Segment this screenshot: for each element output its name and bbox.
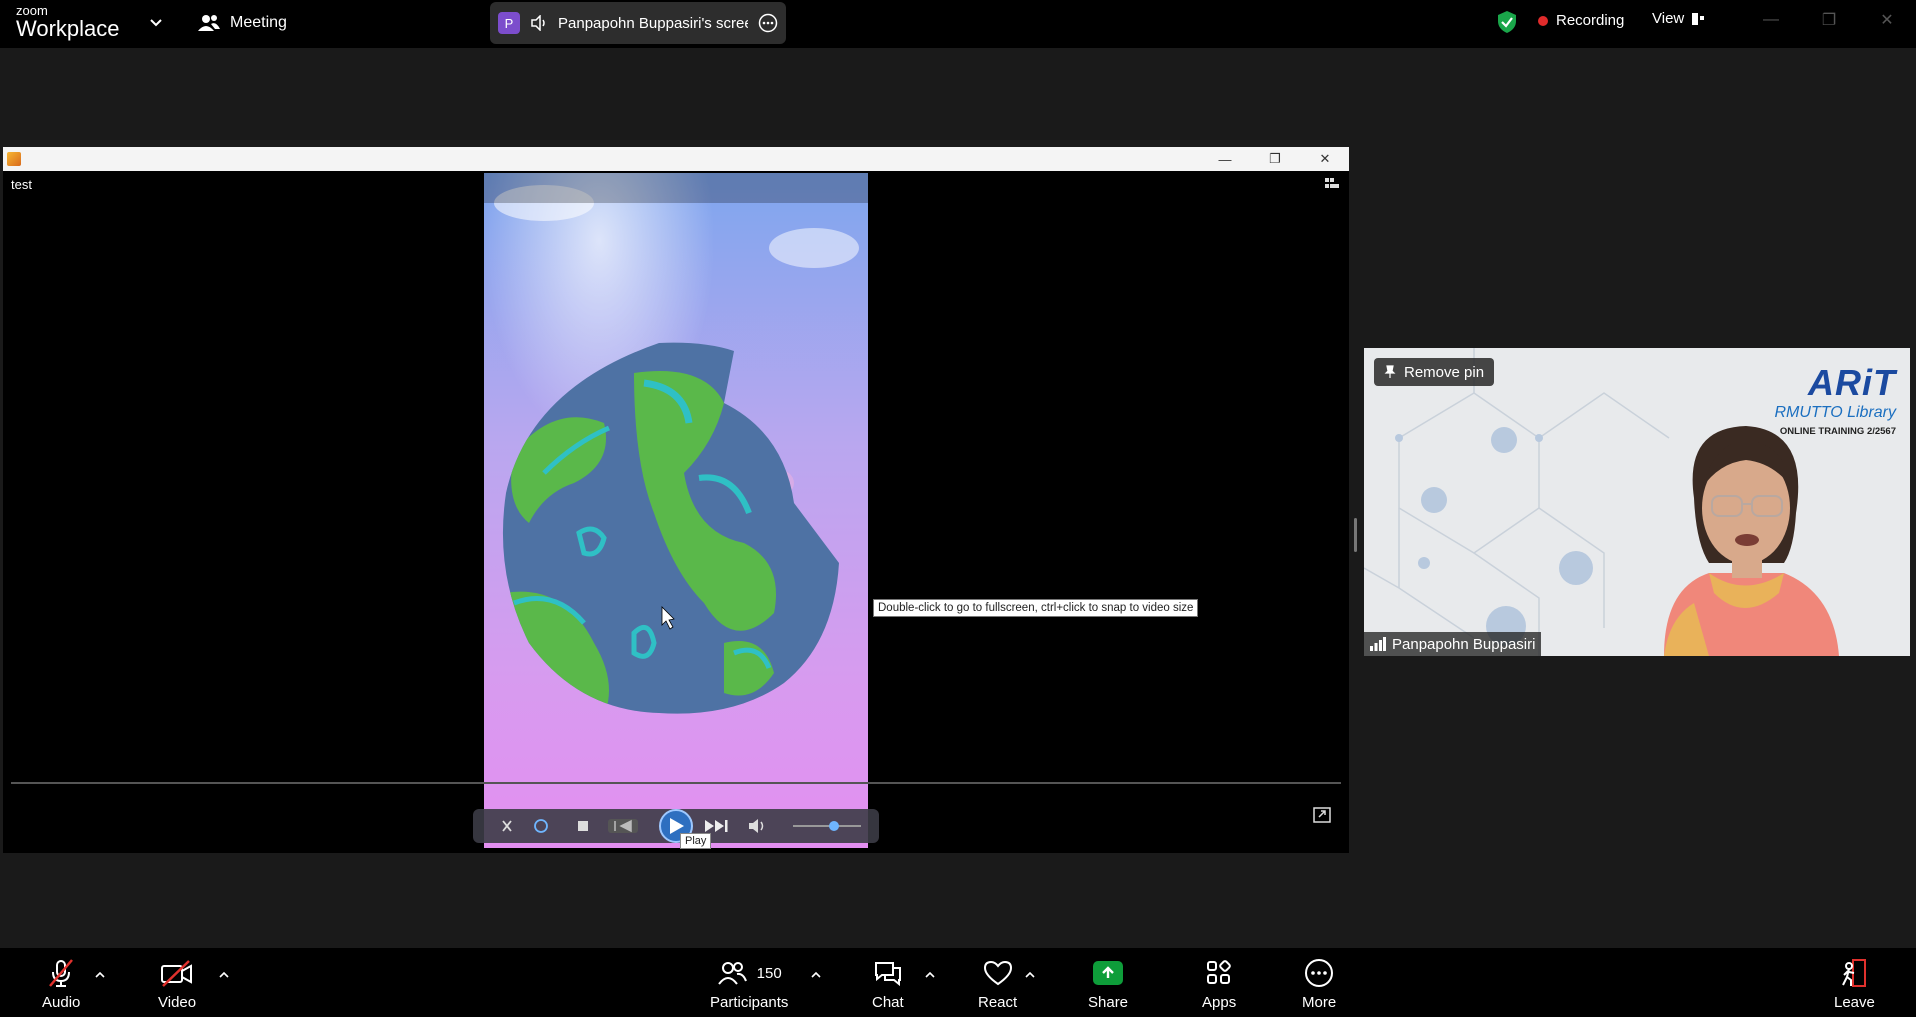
participants-count: 150 xyxy=(756,964,782,982)
volume-slider-knob[interactable] xyxy=(828,821,839,831)
share-pill-text: Panpapohn Buppasiri's scree xyxy=(558,14,748,32)
react-label: React xyxy=(978,994,1018,1011)
recording-label: Recording xyxy=(1556,12,1625,29)
pin-icon xyxy=(1384,365,1396,378)
close-window-button[interactable]: ✕ xyxy=(1872,8,1902,32)
participants-label: Participants xyxy=(710,994,789,1011)
volume-icon[interactable] xyxy=(749,819,764,833)
player-minimize-button[interactable]: — xyxy=(1207,149,1243,169)
training-brand-logo: ARiT RMUTTO Library ONLINE TRAINING 2/25… xyxy=(1775,362,1897,437)
apps-icon xyxy=(1207,960,1231,984)
chat-label: Chat xyxy=(872,994,904,1011)
react-button[interactable]: React xyxy=(978,958,1017,1011)
view-button[interactable]: View xyxy=(1652,10,1706,27)
logo-big-text: Workplace xyxy=(16,16,120,41)
zoom-meeting-window: zoom Workplace Meeting P Panpapohn Buppa… xyxy=(0,0,1916,1017)
repeat-icon[interactable] xyxy=(534,819,548,833)
remove-pin-label: Remove pin xyxy=(1404,363,1485,381)
view-layout-icon xyxy=(1692,12,1705,25)
presenter-avatar: P xyxy=(498,12,520,34)
audio-button[interactable]: Audio xyxy=(42,958,80,1011)
more-icon xyxy=(1305,959,1334,987)
more-label: More xyxy=(1302,994,1337,1011)
fullscreen-icon[interactable] xyxy=(1313,807,1331,823)
share-label: Share xyxy=(1088,994,1129,1011)
microphone-muted-icon xyxy=(49,959,74,987)
leave-label: Leave xyxy=(1834,994,1875,1011)
previous-icon[interactable] xyxy=(608,819,638,833)
brand-library-text: RMUTTO Library xyxy=(1774,404,1897,421)
share-screen-icon xyxy=(1093,961,1124,985)
apps-button[interactable]: Apps xyxy=(1202,958,1236,1011)
apps-label: Apps xyxy=(1202,994,1237,1011)
chat-options-chevron-up-icon[interactable] xyxy=(924,970,936,980)
video-options-chevron-up-icon[interactable] xyxy=(218,970,230,980)
meeting-button[interactable]: Meeting xyxy=(198,10,287,36)
chat-icon xyxy=(874,962,901,987)
remove-pin-button[interactable]: Remove pin xyxy=(1374,358,1495,386)
audio-options-chevron-up-icon[interactable] xyxy=(94,970,106,980)
react-options-chevron-up-icon[interactable] xyxy=(1024,970,1036,980)
video-button[interactable]: Video xyxy=(158,958,196,1011)
leave-icon xyxy=(1842,959,1867,987)
playback-controls xyxy=(473,809,879,843)
restore-window-button[interactable]: ❐ xyxy=(1814,8,1844,32)
pinned-participant-video[interactable]: Remove pin ARiT RMUTTO Library ONLINE TR… xyxy=(1364,348,1910,656)
video-frame[interactable] xyxy=(484,173,868,848)
signal-strength-icon xyxy=(1370,637,1386,651)
brand-subtitle-text: ONLINE TRAINING 2/2567 xyxy=(1779,426,1896,437)
chevron-down-icon[interactable] xyxy=(148,14,164,30)
screen-share-indicator[interactable]: P Panpapohn Buppasiri's scree xyxy=(490,2,786,44)
play-tooltip: Play xyxy=(680,833,712,849)
recording-indicator[interactable]: Recording xyxy=(1538,12,1624,29)
meeting-toolbar: Audio Video 150 Participants Chat React … xyxy=(0,948,1916,1017)
more-options-icon[interactable] xyxy=(758,13,778,33)
stop-icon[interactable] xyxy=(578,821,588,831)
player-restore-button[interactable]: ❐ xyxy=(1257,149,1293,169)
leave-button[interactable]: Leave xyxy=(1834,958,1875,1011)
zoom-workplace-logo: zoom Workplace xyxy=(16,4,120,40)
people-icon xyxy=(198,15,220,31)
shuffle-icon[interactable] xyxy=(502,820,512,832)
more-button[interactable]: More xyxy=(1302,958,1336,1011)
security-shield-icon[interactable] xyxy=(1496,10,1518,34)
chat-button[interactable]: Chat xyxy=(872,958,904,1011)
media-file-label: test xyxy=(11,177,32,192)
panel-resize-handle[interactable] xyxy=(1354,518,1357,552)
camera-off-icon xyxy=(161,960,193,987)
meeting-label: Meeting xyxy=(230,14,287,31)
speaker-icon xyxy=(531,15,545,31)
media-player-app-icon xyxy=(7,152,21,166)
participants-options-chevron-up-icon[interactable] xyxy=(810,970,822,980)
participants-icon xyxy=(717,962,747,985)
switch-layout-icon[interactable] xyxy=(1325,178,1339,190)
brand-logo-text: ARiT xyxy=(1808,362,1896,403)
participant-name-tag: Panpapohn Buppasiri xyxy=(1364,632,1542,656)
view-label: View xyxy=(1652,10,1685,27)
heart-icon xyxy=(983,960,1012,986)
shared-screen: — ❐ ✕ test Double-click to go to fullscr… xyxy=(3,147,1349,853)
seek-bar[interactable] xyxy=(11,782,1341,784)
video-label: Video xyxy=(158,994,197,1011)
participants-button[interactable]: 150 Participants xyxy=(710,958,788,1011)
share-button[interactable]: Share xyxy=(1088,958,1128,1011)
media-player-titlebar: — ❐ ✕ xyxy=(3,147,1349,171)
earth-animation-image xyxy=(484,173,868,848)
minimize-window-button[interactable]: — xyxy=(1756,8,1786,32)
record-dot-icon xyxy=(1538,15,1548,26)
fullscreen-tooltip: Double-click to go to fullscreen, ctrl+c… xyxy=(873,599,1199,617)
top-bar: zoom Workplace Meeting P Panpapohn Buppa… xyxy=(0,0,1916,48)
player-close-button[interactable]: ✕ xyxy=(1307,149,1343,169)
audio-label: Audio xyxy=(42,994,81,1011)
volume-slider[interactable] xyxy=(793,821,861,831)
participant-name: Panpapohn Buppasiri xyxy=(1392,635,1536,653)
next-icon[interactable] xyxy=(705,820,728,832)
